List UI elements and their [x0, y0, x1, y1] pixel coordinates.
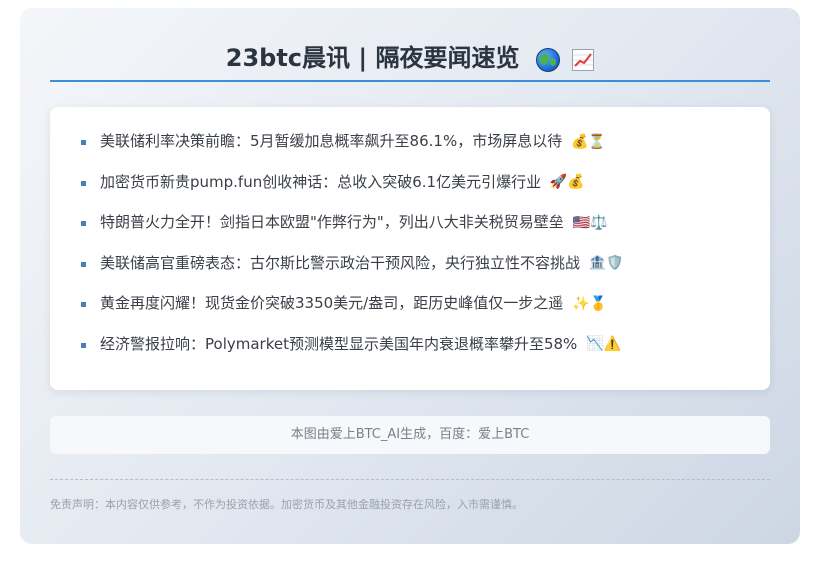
rocket-money-bag-icon: 🚀💰	[549, 174, 585, 190]
briefing-card: 23btc晨讯 | 隔夜要闻速览 美联储利率决策前瞻：5月暂缓加息概率飙升至86…	[20, 8, 800, 544]
title-icons	[535, 39, 595, 79]
news-text: 黄金再度闪耀！现货金价突破3350美元/盎司，距历史峰值仅一步之遥	[100, 294, 564, 312]
news-text: 加密货币新贵pump.fun创收神话：总收入突破6.1亿美元引爆行业	[100, 172, 542, 191]
bullet-icon	[81, 342, 86, 348]
news-text: 美联储利率决策前瞻：5月暂缓加息概率飙升至86.1%，市场屏息以待	[100, 132, 563, 150]
news-text: 特朗普火力全开！剑指日本欧盟"作弊行为"，列出八大非关税贸易壁垒	[100, 213, 564, 231]
bullet-icon	[81, 180, 86, 186]
news-panel: 美联储利率决策前瞻：5月暂缓加息概率飙升至86.1%，市场屏息以待 💰⏳ 加密货…	[50, 107, 770, 390]
chart-increasing-icon	[572, 49, 595, 71]
sparkles-medal-icon: ✨🥇	[572, 295, 607, 312]
credit-banner: 本图由爱上BTC_AI生成，百度：爱上BTC	[50, 416, 770, 454]
news-item: 美联储利率决策前瞻：5月暂缓加息概率飙升至86.1%，市场屏息以待 💰⏳	[50, 123, 770, 164]
globe-icon	[535, 48, 560, 72]
news-text: 经济警报拉响：Polymarket预测模型显示美国年内衰退概率攀升至58%	[100, 334, 578, 353]
bullet-icon	[81, 221, 86, 226]
title-underline	[50, 80, 770, 82]
news-item: 经济警报拉响：Polymarket预测模型显示美国年内衰退概率攀升至58% 📉⚠…	[50, 326, 770, 367]
bullet-icon	[81, 261, 86, 267]
news-item: 黄金再度闪耀！现货金价突破3350美元/盎司，距历史峰值仅一步之遥 ✨🥇	[50, 285, 770, 326]
page-title-text: 23btc晨讯 | 隔夜要闻速览	[225, 44, 520, 72]
news-item: 美联储高官重磅表态：古尔斯比警示政治干预风险，央行独立性不容挑战 🏦🛡️	[50, 245, 770, 286]
news-item: 特朗普火力全开！剑指日本欧盟"作弊行为"，列出八大非关税贸易壁垒 🇺🇸⚖️	[50, 204, 770, 245]
dashed-divider	[50, 479, 770, 480]
news-text: 美联储高官重磅表态：古尔斯比警示政治干预风险，央行独立性不容挑战	[100, 253, 581, 272]
page-title: 23btc晨讯 | 隔夜要闻速览	[50, 38, 770, 78]
money-bag-hourglass-icon: 💰⏳	[570, 133, 606, 150]
bullet-icon	[81, 302, 86, 307]
chart-decreasing-warning-icon: 📉⚠️	[586, 336, 621, 352]
news-list: 美联储利率决策前瞻：5月暂缓加息概率飙升至86.1%，市场屏息以待 💰⏳ 加密货…	[50, 123, 770, 366]
bullet-icon	[81, 140, 86, 145]
news-item: 加密货币新贵pump.fun创收神话：总收入突破6.1亿美元引爆行业 🚀💰	[50, 164, 770, 205]
us-flag-scales-icon: 🇺🇸⚖️	[572, 214, 608, 231]
bank-shield-icon: 🏦🛡️	[588, 255, 624, 271]
disclaimer-text: 免责声明：本内容仅供参考，不作为投资依据。加密货币及其他金融投资存在风险，入市需…	[50, 498, 523, 511]
